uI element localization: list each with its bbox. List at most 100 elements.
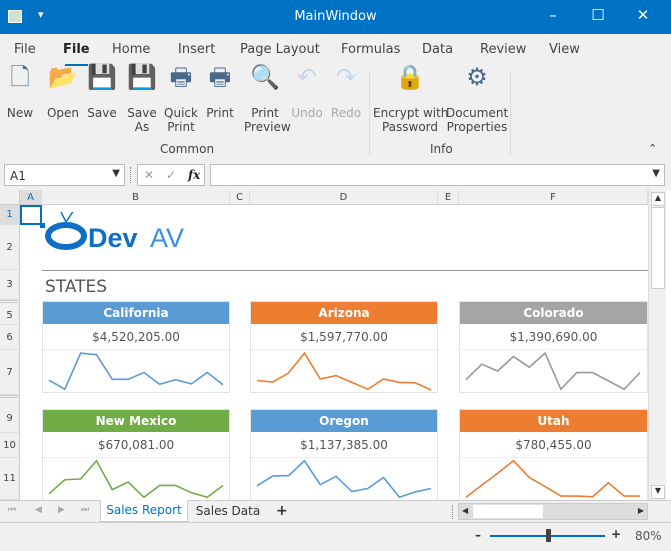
- title-bar: ▾ MainWindow – ☐ ✕: [0, 0, 671, 34]
- maximize-button[interactable]: ☐: [583, 6, 613, 28]
- tab-data[interactable]: Data: [422, 42, 453, 57]
- tab-view[interactable]: View: [549, 42, 580, 57]
- row-header[interactable]: 5: [0, 300, 20, 325]
- formula-actions: ✕ ✓ fx: [137, 164, 205, 186]
- print-preview-icon: 🔍: [250, 63, 280, 91]
- row-header[interactable]: 6: [0, 325, 20, 350]
- next-sheet-icon[interactable]: ▶: [58, 505, 65, 515]
- column-header[interactable]: C: [230, 190, 250, 205]
- tab-file[interactable]: File: [63, 42, 90, 66]
- scroll-right-button[interactable]: ▶: [638, 506, 644, 515]
- first-sheet-icon[interactable]: ⏮: [8, 505, 16, 515]
- ribbon-button-save-as[interactable]: 💾 Save As: [123, 63, 161, 134]
- scroll-up-button[interactable]: ▲: [651, 192, 665, 206]
- ribbon-button-encrypt-with-password[interactable]: 🔒 Encrypt with Password: [373, 65, 449, 134]
- insert-function-icon[interactable]: fx: [188, 168, 200, 182]
- ribbon-button-label: Print: [206, 106, 234, 120]
- sparkline-line: [465, 459, 640, 498]
- row-header[interactable]: 2: [0, 225, 20, 270]
- ribbon-button-quick-print[interactable]: 🖶 Quick Print: [160, 63, 202, 134]
- enter-icon[interactable]: ✓: [166, 168, 176, 182]
- scroll-thumb[interactable]: [651, 207, 665, 289]
- sparkline: [465, 351, 641, 391]
- ribbon-button-undo[interactable]: ↶ Undo: [287, 63, 327, 120]
- ribbon-button-print[interactable]: 🖶 Print: [200, 65, 240, 120]
- column-header[interactable]: B: [42, 190, 230, 205]
- scroll-down-button[interactable]: ▼: [651, 485, 665, 499]
- tab-review[interactable]: Review: [480, 42, 526, 57]
- select-all-corner[interactable]: [0, 190, 20, 205]
- spreadsheet: A B C D E F 1 2 3 5 6 7 9 10 11 Dev AV S…: [0, 190, 671, 504]
- zoom-slider-thumb[interactable]: [545, 529, 551, 542]
- ribbon-button-save[interactable]: 💾 Save: [86, 65, 118, 120]
- tab-insert[interactable]: Insert: [178, 42, 215, 57]
- formula-input[interactable]: ▼: [210, 164, 665, 186]
- scroll-left-button[interactable]: ◀: [462, 506, 468, 515]
- sparkline-line: [48, 352, 224, 391]
- column-header[interactable]: E: [438, 190, 459, 205]
- tab-page-layout[interactable]: Page Layout: [240, 42, 320, 57]
- document-properties-icon: ⚙: [466, 63, 488, 91]
- card-value: $780,455.00: [460, 432, 647, 458]
- quick-print-icon: 🖶: [169, 63, 193, 91]
- row-header[interactable]: 11: [0, 458, 20, 500]
- sparkline-line: [48, 459, 224, 499]
- tab-formulas[interactable]: Formulas: [341, 42, 400, 57]
- card-value: $1,390,690.00: [460, 324, 647, 350]
- last-sheet-icon[interactable]: ⏭: [81, 505, 89, 515]
- row-header[interactable]: 9: [0, 395, 20, 433]
- card-title: Colorado: [460, 302, 647, 324]
- column-header[interactable]: A: [20, 190, 42, 205]
- selected-cell[interactable]: [20, 205, 42, 225]
- card-title: Oregon: [251, 410, 437, 432]
- cancel-icon[interactable]: ✕: [144, 168, 154, 182]
- vertical-scrollbar[interactable]: ▲ ▼: [648, 190, 666, 500]
- ribbon-button-print-preview[interactable]: 🔍 Print Preview: [244, 63, 291, 134]
- ribbon-button-redo[interactable]: ↷ Redo: [326, 63, 366, 120]
- splitter[interactable]: [130, 167, 132, 183]
- ribbon-button-new[interactable]: 🗋 New: [4, 65, 36, 120]
- card-title: New Mexico: [43, 410, 229, 432]
- undo-icon: ↶: [296, 63, 318, 91]
- zoom-out-button[interactable]: –: [475, 528, 481, 542]
- column-header[interactable]: F: [459, 190, 648, 205]
- row-header[interactable]: 1: [0, 205, 20, 225]
- add-sheet-button[interactable]: +: [276, 503, 288, 519]
- prev-sheet-icon[interactable]: ◀: [35, 505, 42, 515]
- sparkline: [256, 351, 432, 391]
- card-title: California: [43, 302, 229, 324]
- ribbon-button-label: Undo: [291, 106, 323, 120]
- tab-home[interactable]: Home: [112, 42, 150, 57]
- tab-file-backstage[interactable]: File: [14, 42, 36, 57]
- state-card: New Mexico $670,081.00: [42, 409, 230, 504]
- sparkline: [48, 352, 224, 391]
- minimize-button[interactable]: –: [538, 6, 568, 28]
- ribbon-button-document-properties[interactable]: ⚙ Document Properties: [446, 63, 508, 134]
- zoom-in-button[interactable]: +: [611, 527, 621, 541]
- horizontal-scrollbar[interactable]: ◀ ▶: [458, 503, 648, 520]
- save-as-icon: 💾: [127, 63, 157, 91]
- sheet-tab-sales-data[interactable]: Sales Data: [188, 501, 268, 522]
- ribbon-button-label: Encrypt with Password: [373, 106, 449, 134]
- row-header[interactable]: 3: [0, 270, 20, 300]
- row-header[interactable]: 10: [0, 433, 20, 458]
- column-header[interactable]: D: [250, 190, 438, 205]
- sheet-tab-sales-report[interactable]: Sales Report: [100, 500, 188, 522]
- chevron-down-icon[interactable]: ▼: [112, 168, 120, 179]
- card-value: $670,081.00: [43, 432, 229, 458]
- redo-icon: ↷: [335, 63, 357, 91]
- collapse-ribbon-icon[interactable]: ⌃: [648, 142, 657, 155]
- card-title: Utah: [460, 410, 647, 432]
- ribbon-button-label: Save: [87, 106, 117, 120]
- card-value: $1,597,770.00: [251, 324, 437, 350]
- close-button[interactable]: ✕: [628, 6, 658, 28]
- splitter[interactable]: [452, 505, 454, 519]
- logo-text-dev: Dev: [88, 223, 138, 253]
- ribbon-button-label: Save As: [127, 106, 157, 134]
- sparkline: [48, 459, 224, 499]
- scroll-thumb[interactable]: [473, 505, 543, 518]
- chevron-down-icon[interactable]: ▼: [652, 168, 660, 179]
- row-header[interactable]: 7: [0, 350, 20, 395]
- name-box[interactable]: A1 ▼: [4, 164, 125, 186]
- ribbon-button-open[interactable]: 📂 Open: [44, 65, 82, 120]
